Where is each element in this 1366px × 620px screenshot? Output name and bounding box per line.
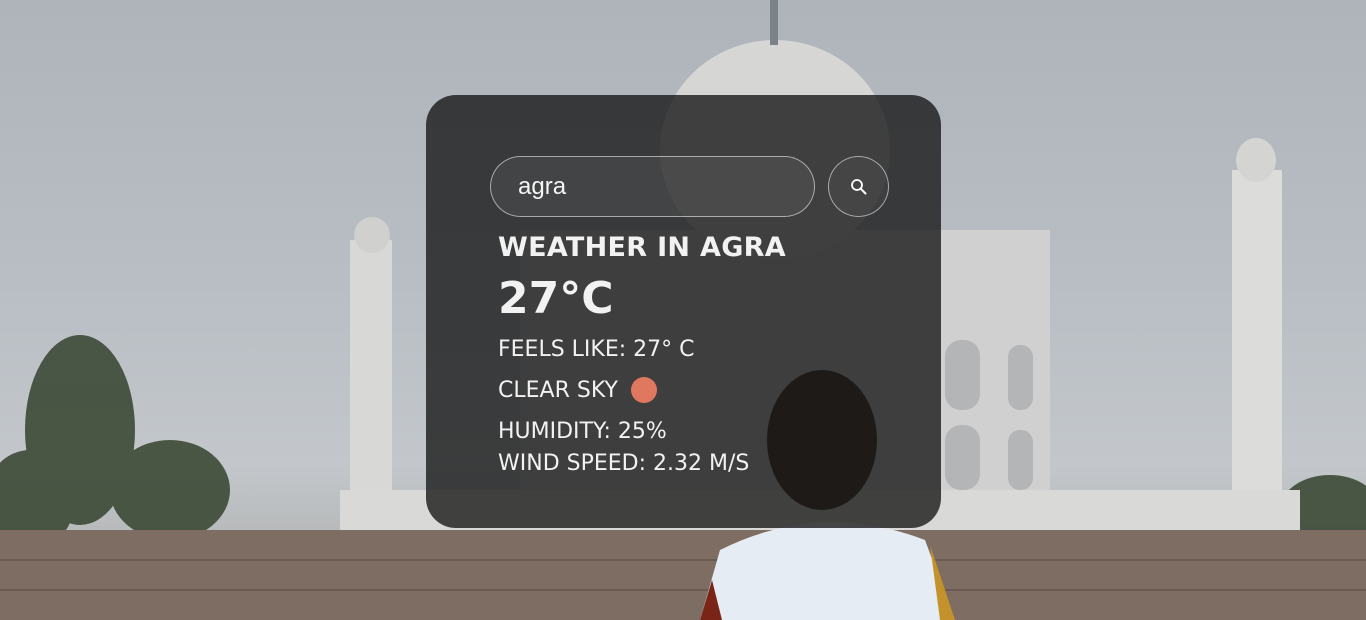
- city-heading: WEATHER IN AGRA: [498, 232, 786, 263]
- humidity: HUMIDITY: 25%: [498, 419, 667, 444]
- search-icon: [850, 178, 866, 194]
- temperature: 27°C: [498, 273, 614, 324]
- feels-like: FEELS LIKE: 27° C: [498, 337, 695, 362]
- city-search-input[interactable]: [490, 156, 815, 217]
- wind-speed: WIND SPEED: 2.32 M/S: [498, 451, 750, 476]
- weather-description: CLEAR SKY: [498, 377, 657, 403]
- weather-card: WEATHER IN AGRA 27°C FEELS LIKE: 27° C C…: [426, 95, 941, 528]
- search-bar: [490, 156, 890, 217]
- search-button[interactable]: [828, 156, 889, 217]
- weather-description-text: CLEAR SKY: [498, 377, 618, 403]
- clear-sky-icon: [630, 377, 657, 403]
